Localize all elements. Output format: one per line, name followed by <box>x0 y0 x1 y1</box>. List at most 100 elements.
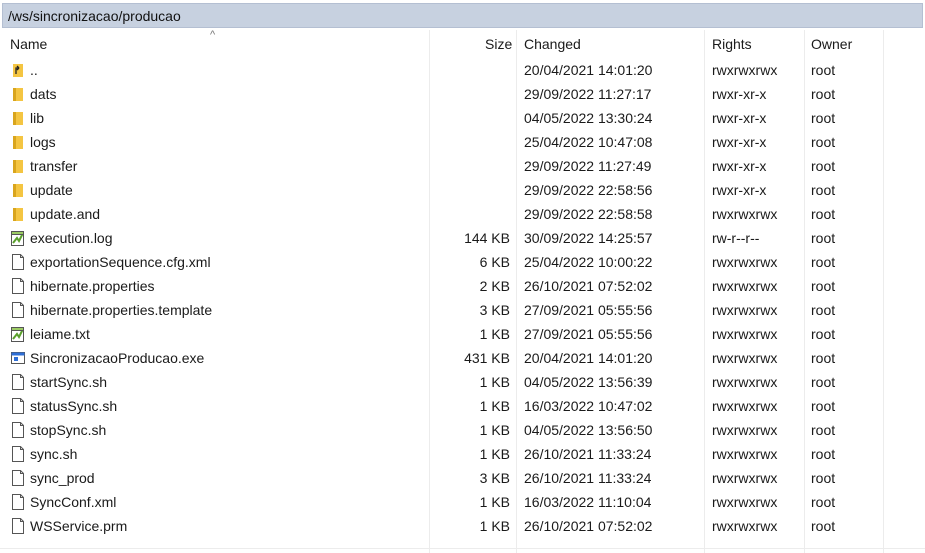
file-changed: 27/09/2021 05:55:56 <box>524 326 653 342</box>
file-row[interactable]: execution.log 144 KB 30/09/2022 14:25:57 rw… <box>0 226 925 250</box>
file-icon <box>10 277 26 295</box>
text-document-icon <box>10 325 26 343</box>
file-row[interactable]: hibernate.properties.template 3 KB 27/09/2… <box>0 298 925 322</box>
file-name: sync_prod <box>30 470 95 486</box>
file-rights: rwxrwxrwx <box>712 470 778 486</box>
file-owner: root <box>811 326 836 342</box>
file-owner: root <box>811 134 836 150</box>
file-owner: root <box>811 110 836 126</box>
file-rights: rwxrwxrwx <box>712 422 778 438</box>
file-changed: 16/03/2022 11:10:04 <box>524 494 652 510</box>
file-name: SyncConf.xml <box>30 494 117 510</box>
file-name: hibernate.properties <box>30 278 155 294</box>
file-name: SincronizacaoProducao.exe <box>30 350 205 366</box>
file-size: 1 KB <box>479 518 510 534</box>
file-name: dats <box>30 86 57 102</box>
file-icon <box>10 493 26 511</box>
file-rights: rwxrwxrwx <box>712 374 778 390</box>
file-changed: 04/05/2022 13:56:39 <box>524 374 653 390</box>
folder-icon <box>10 85 26 103</box>
file-icon <box>10 517 26 535</box>
parent-folder-icon <box>10 61 26 79</box>
file-icon <box>10 445 26 463</box>
file-rights: rwxr-xr-x <box>712 134 767 150</box>
file-changed: 20/04/2021 14:01:20 <box>524 350 653 366</box>
file-row[interactable]: startSync.sh 1 KB 04/05/2022 13:56:39 rwxrw… <box>0 370 925 394</box>
file-changed: 29/09/2022 11:27:49 <box>524 158 652 174</box>
file-size: 3 KB <box>479 470 510 486</box>
file-row[interactable]: sync_prod 3 KB 26/10/2021 11:33:24 rwxrwxrw… <box>0 466 925 490</box>
file-row[interactable]: update 29/09/2022 22:58:56 rwxr-xr-x root <box>0 178 925 202</box>
file-changed: 25/04/2022 10:47:08 <box>524 134 653 150</box>
file-owner: root <box>811 350 836 366</box>
column-name-header[interactable]: Name <box>10 36 47 52</box>
sort-ascending-icon: ^ <box>210 29 216 41</box>
file-rights: rwxr-xr-x <box>712 158 767 174</box>
file-rights: rwxrwxrwx <box>712 254 778 270</box>
file-row[interactable]: logs 25/04/2022 10:47:08 rwxr-xr-x root <box>0 130 925 154</box>
file-owner: root <box>811 86 836 102</box>
file-owner: root <box>811 446 836 462</box>
column-changed-header[interactable]: Changed <box>524 36 581 52</box>
file-rights: rwxr-xr-x <box>712 86 767 102</box>
folder-icon <box>10 133 26 151</box>
file-owner: root <box>811 518 836 534</box>
file-rights: rwxrwxrwx <box>712 446 778 462</box>
file-changed: 30/09/2022 14:25:57 <box>524 230 653 246</box>
file-name: update <box>30 182 73 198</box>
file-icon <box>10 373 26 391</box>
file-row[interactable]: SincronizacaoProducao.exe 431 KB 20/04/202… <box>0 346 925 370</box>
file-owner: root <box>811 374 836 390</box>
column-owner-header[interactable]: Owner <box>811 36 852 52</box>
file-changed: 26/10/2021 07:52:02 <box>524 278 653 294</box>
file-row[interactable]: lib 04/05/2022 13:30:24 rwxr-xr-x root <box>0 106 925 130</box>
file-name: sync.sh <box>30 446 78 462</box>
file-row[interactable]: .. 20/04/2021 14:01:20 rwxrwxrwx root <box>0 58 925 82</box>
file-row[interactable]: hibernate.properties 2 KB 26/10/2021 07:52… <box>0 274 925 298</box>
file-row[interactable]: SyncConf.xml 1 KB 16/03/2022 11:10:04 rwxrw… <box>0 490 925 514</box>
file-row[interactable]: sync.sh 1 KB 26/10/2021 11:33:24 rwxrwxrwx r… <box>0 442 925 466</box>
column-header: Name ^ Size Changed Rights Owner <box>0 29 925 56</box>
file-rights: rwxrwxrwx <box>712 206 778 222</box>
column-size-header[interactable]: Size <box>485 36 512 52</box>
file-row[interactable]: exportationSequence.cfg.xml 6 KB 25/04/202… <box>0 250 925 274</box>
file-size: 3 KB <box>479 302 510 318</box>
executable-icon <box>10 349 26 367</box>
file-icon <box>10 421 26 439</box>
file-row[interactable]: dats 29/09/2022 11:27:17 rwxr-xr-x root <box>0 82 925 106</box>
file-owner: root <box>811 206 836 222</box>
column-rights-header[interactable]: Rights <box>712 36 752 52</box>
list-bottom-border <box>0 548 925 549</box>
file-row[interactable]: transfer 29/09/2022 11:27:49 rwxr-xr-x root <box>0 154 925 178</box>
file-name: startSync.sh <box>30 374 108 390</box>
file-row[interactable]: WSService.prm 1 KB 26/10/2021 07:52:02 rwxr… <box>0 514 925 538</box>
file-row[interactable]: update.and 29/09/2022 22:58:58 rwxrwxrwx ro… <box>0 202 925 226</box>
file-rights: rwxrwxrwx <box>712 398 778 414</box>
file-name: execution.log <box>30 230 113 246</box>
path-bar[interactable]: /ws/sincronizacao/producao <box>2 3 923 28</box>
file-changed: 04/05/2022 13:56:50 <box>524 422 653 438</box>
file-size: 144 KB <box>464 230 510 246</box>
file-changed: 26/10/2021 11:33:24 <box>524 446 652 462</box>
file-owner: root <box>811 398 836 414</box>
file-row[interactable]: statusSync.sh 1 KB 16/03/2022 10:47:02 rwxr… <box>0 394 925 418</box>
file-changed: 20/04/2021 14:01:20 <box>524 62 653 78</box>
file-owner: root <box>811 470 836 486</box>
file-changed: 25/04/2022 10:00:22 <box>524 254 653 270</box>
file-row[interactable]: stopSync.sh 1 KB 04/05/2022 13:56:50 rwxrwx… <box>0 418 925 442</box>
file-changed: 04/05/2022 13:30:24 <box>524 110 653 126</box>
folder-icon <box>10 109 26 127</box>
file-name: .. <box>30 62 38 78</box>
file-name: stopSync.sh <box>30 422 107 438</box>
file-owner: root <box>811 302 836 318</box>
file-row[interactable]: leiame.txt 1 KB 27/09/2021 05:55:56 rwxrwxr… <box>0 322 925 346</box>
file-changed: 27/09/2021 05:55:56 <box>524 302 653 318</box>
folder-icon <box>10 181 26 199</box>
file-rights: rwxr-xr-x <box>712 182 767 198</box>
file-changed: 26/10/2021 11:33:24 <box>524 470 652 486</box>
file-name: lib <box>30 110 45 126</box>
folder-icon <box>10 205 26 223</box>
file-rights: rwxrwxrwx <box>712 518 778 534</box>
file-changed: 29/09/2022 22:58:56 <box>524 182 653 198</box>
file-name: statusSync.sh <box>30 398 118 414</box>
